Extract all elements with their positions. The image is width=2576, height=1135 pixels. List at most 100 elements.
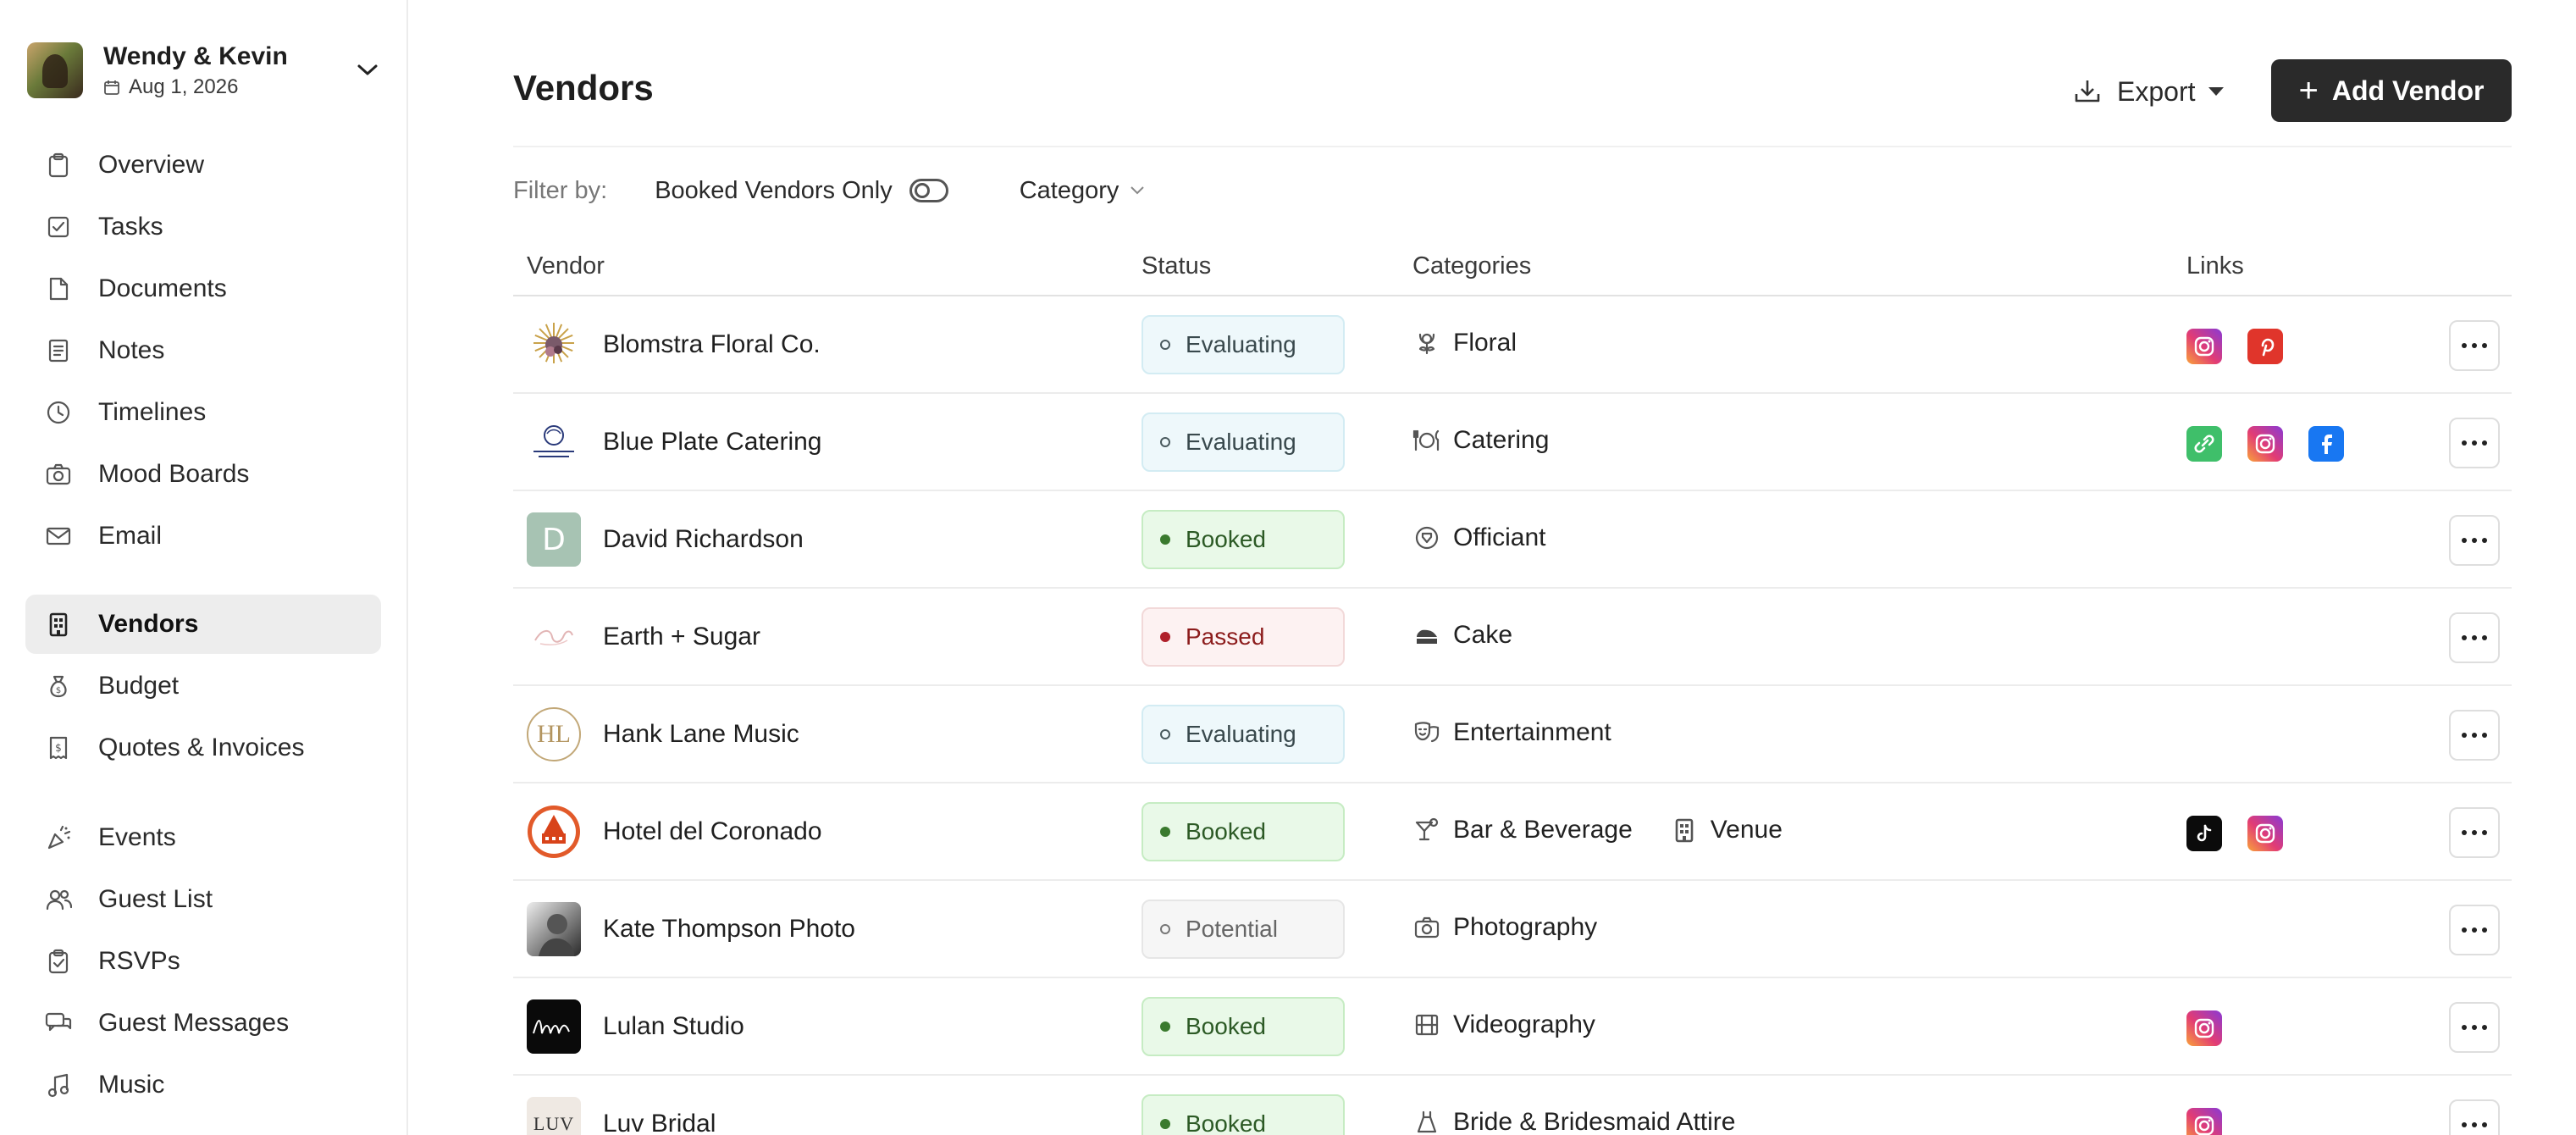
links-cell xyxy=(2186,329,2308,364)
table-row[interactable]: Blomstra Floral Co. Evaluating Floral xyxy=(513,296,2512,394)
wedding-switcher[interactable]: Wendy & Kevin Aug 1, 2026 xyxy=(27,41,383,100)
vendor-name[interactable]: Hotel del Coronado xyxy=(603,817,822,846)
category-label: Officiant xyxy=(1453,523,1546,551)
table-row[interactable]: Hotel del Coronado Booked Bar & Beverage… xyxy=(513,783,2512,881)
sidebar-item-guest-list[interactable]: Guest List xyxy=(25,870,381,929)
sidebar: Wendy & Kevin Aug 1, 2026 Overview Tasks… xyxy=(0,0,408,1135)
camera-icon xyxy=(44,460,73,489)
vendor-name[interactable]: Luv Bridal xyxy=(603,1110,716,1135)
status-badge[interactable]: Booked xyxy=(1142,997,1345,1056)
calendar-icon xyxy=(104,80,119,95)
category-tag: Videography xyxy=(1412,1010,1595,1039)
column-vendor[interactable]: Vendor xyxy=(527,252,605,280)
vendor-name[interactable]: Lulan Studio xyxy=(603,1012,744,1041)
table-row[interactable]: HL Hank Lane Music Evaluating Entertainm… xyxy=(513,686,2512,783)
add-vendor-label: Add Vendor xyxy=(2331,75,2485,106)
more-actions-button[interactable] xyxy=(2449,1002,2500,1053)
sidebar-item-documents[interactable]: Documents xyxy=(25,259,381,318)
link-icon[interactable] xyxy=(2186,426,2222,462)
table-row[interactable]: Kate Thompson Photo Potential Photograph… xyxy=(513,881,2512,978)
more-actions-button[interactable] xyxy=(2449,515,2500,566)
instagram-icon[interactable] xyxy=(2186,1108,2222,1135)
column-categories[interactable]: Categories xyxy=(1412,252,1531,280)
status-dot-icon xyxy=(1160,437,1170,447)
column-status[interactable]: Status xyxy=(1142,252,1211,280)
status-label: Passed xyxy=(1186,623,1265,650)
instagram-icon[interactable] xyxy=(2247,816,2283,851)
sidebar-item-email[interactable]: Email xyxy=(25,507,381,566)
more-actions-button[interactable] xyxy=(2449,612,2500,663)
status-badge[interactable]: Booked xyxy=(1142,1094,1345,1135)
status-badge[interactable]: Evaluating xyxy=(1142,315,1345,374)
status-dot-icon xyxy=(1160,632,1170,642)
vendor-name[interactable]: Blomstra Floral Co. xyxy=(603,330,821,359)
status-badge[interactable]: Evaluating xyxy=(1142,705,1345,764)
sidebar-item-label: Notes xyxy=(98,336,165,364)
category-tag: Floral xyxy=(1412,329,1517,357)
more-actions-button[interactable] xyxy=(2449,710,2500,761)
status-badge[interactable]: Passed xyxy=(1142,607,1345,667)
status-dot-icon xyxy=(1160,729,1170,739)
sidebar-item-timelines[interactable]: Timelines xyxy=(25,383,381,442)
table-row[interactable]: Lulan Studio Booked Videography xyxy=(513,978,2512,1076)
filter-label: Filter by: xyxy=(513,176,608,204)
more-actions-button[interactable] xyxy=(2449,320,2500,371)
export-button[interactable]: Export xyxy=(2073,59,2225,124)
instagram-icon[interactable] xyxy=(2186,1010,2222,1046)
vendor-name[interactable]: Earth + Sugar xyxy=(603,623,760,651)
status-badge[interactable]: Booked xyxy=(1142,802,1345,861)
vendor-name[interactable]: David Richardson xyxy=(603,525,804,554)
sidebar-item-guest-messages[interactable]: Guest Messages xyxy=(25,994,381,1053)
category-label: Bride & Bridesmaid Attire xyxy=(1453,1108,1736,1135)
vendor-name[interactable]: Kate Thompson Photo xyxy=(603,915,855,944)
sidebar-item-budget[interactable]: $ Budget xyxy=(25,656,381,716)
category-label: Floral xyxy=(1453,329,1517,357)
sidebar-item-mood-boards[interactable]: Mood Boards xyxy=(25,445,381,504)
camera-icon xyxy=(1412,913,1441,942)
status-label: Evaluating xyxy=(1186,721,1296,747)
more-actions-button[interactable] xyxy=(2449,807,2500,858)
vendor-name[interactable]: Blue Plate Catering xyxy=(603,428,822,457)
category-filter-dropdown[interactable]: Category xyxy=(1020,177,1147,205)
more-actions-button[interactable] xyxy=(2449,418,2500,468)
table-row[interactable]: D David Richardson Booked Officiant xyxy=(513,491,2512,589)
sidebar-item-label: RSVPs xyxy=(98,947,180,975)
sidebar-item-rsvps[interactable]: RSVPs xyxy=(25,932,381,991)
sidebar-item-music[interactable]: Music xyxy=(25,1055,381,1115)
masks-icon xyxy=(1412,718,1441,747)
table-row[interactable]: Earth + Sugar Passed Cake xyxy=(513,589,2512,686)
sidebar-item-tasks[interactable]: Tasks xyxy=(25,197,381,257)
add-vendor-button[interactable]: + Add Vendor xyxy=(2271,59,2512,122)
facebook-icon[interactable] xyxy=(2308,426,2344,462)
film-icon xyxy=(1412,1010,1441,1039)
sidebar-item-quotes-and-invoices[interactable]: $ Quotes & Invoices xyxy=(25,718,381,778)
pinterest-icon[interactable] xyxy=(2247,329,2283,364)
more-actions-button[interactable] xyxy=(2449,905,2500,955)
status-dot-icon xyxy=(1160,1021,1170,1032)
table-row[interactable]: Blue Plate Catering Evaluating Catering xyxy=(513,394,2512,491)
booked-only-toggle[interactable] xyxy=(909,179,948,202)
vendor-name[interactable]: Hank Lane Music xyxy=(603,720,799,749)
status-badge[interactable]: Booked xyxy=(1142,510,1345,569)
status-dot-icon xyxy=(1160,1119,1170,1129)
category-label: Entertainment xyxy=(1453,718,1611,746)
category-tag: Bride & Bridesmaid Attire xyxy=(1412,1108,1735,1135)
wedding-date-text: Aug 1, 2026 xyxy=(129,75,239,98)
instagram-icon[interactable] xyxy=(2247,426,2283,462)
chevron-down-icon[interactable] xyxy=(352,55,383,86)
categories-cell: Bar & Beverage Venue xyxy=(1412,816,1820,844)
category-tag: Catering xyxy=(1412,426,1549,455)
sidebar-item-overview[interactable]: Overview xyxy=(25,136,381,195)
more-actions-button[interactable] xyxy=(2449,1099,2500,1135)
vendor-logo xyxy=(527,415,581,469)
table-row[interactable]: LUV Luv Bridal Booked Bride & Bridesmaid… xyxy=(513,1076,2512,1135)
sidebar-item-events[interactable]: Events xyxy=(25,808,381,867)
tiktok-icon[interactable] xyxy=(2186,816,2222,851)
sidebar-item-label: Music xyxy=(98,1071,165,1099)
sidebar-item-notes[interactable]: Notes xyxy=(25,321,381,380)
status-badge[interactable]: Potential xyxy=(1142,900,1345,959)
sidebar-item-vendors[interactable]: Vendors xyxy=(25,595,381,654)
status-badge[interactable]: Evaluating xyxy=(1142,412,1345,472)
officiant-icon xyxy=(1412,523,1441,552)
instagram-icon[interactable] xyxy=(2186,329,2222,364)
